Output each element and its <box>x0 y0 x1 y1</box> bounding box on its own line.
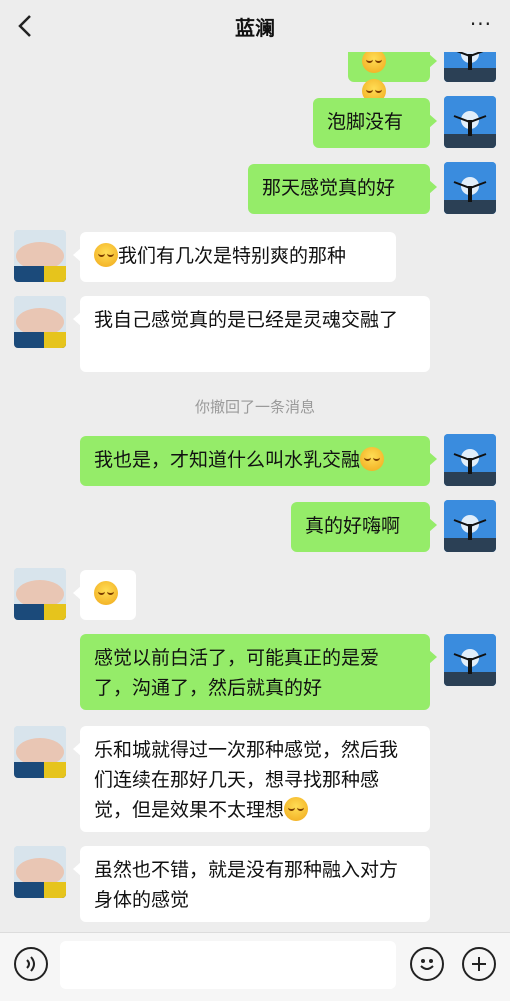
contact-avatar[interactable] <box>14 846 66 898</box>
message-bubble[interactable]: 我们有几次是特别爽的那种 <box>73 232 396 282</box>
contact-avatar[interactable] <box>14 296 66 348</box>
my-avatar[interactable] <box>444 634 496 686</box>
emoji-icon[interactable] <box>410 947 444 981</box>
message-text: 我们有几次是特别爽的那种 <box>118 245 347 267</box>
chat-area[interactable]: 泡脚没有 那天感觉真的好 我们有几次是特别爽的那种 我自己感觉真的是已经是灵魂交… <box>0 0 510 932</box>
message-bubble[interactable] <box>73 570 136 620</box>
input-bar <box>0 932 510 1001</box>
message-bubble[interactable]: 我自己感觉真的是已经是灵魂交融了 <box>73 296 430 372</box>
message-bubble[interactable]: 泡脚没有 <box>313 98 437 148</box>
recall-notice: 你撤回了一条消息 <box>194 398 315 416</box>
smile-emoji-icon <box>94 581 118 605</box>
more-options-icon[interactable]: ··· <box>470 12 492 36</box>
my-avatar[interactable] <box>444 434 496 486</box>
message-text: 那天感觉真的好 <box>262 177 396 199</box>
my-avatar[interactable] <box>444 162 496 214</box>
my-avatar[interactable] <box>444 500 496 552</box>
message-text: 虽然也不错，就是没有那种融入对方身体的感觉 <box>94 859 399 911</box>
contact-avatar[interactable] <box>14 726 66 778</box>
chat-header: 蓝澜 ··· <box>0 0 510 52</box>
message-text: 乐和城就得过一次那种感觉，然后我们连续在那好几天，想寻找那种感觉，但是效果不太理… <box>94 739 399 821</box>
message-input[interactable] <box>60 941 396 989</box>
message-bubble[interactable]: 那天感觉真的好 <box>248 164 437 214</box>
message-text: 感觉以前白活了，可能真正的是爱了，沟通了，然后就真的好 <box>94 647 380 699</box>
smile-emoji-icon <box>94 243 118 267</box>
plus-icon[interactable] <box>462 947 496 981</box>
message-bubble[interactable]: 我也是，才知道什么叫水乳交融 <box>80 436 437 486</box>
voice-icon[interactable] <box>14 947 48 981</box>
message-bubble[interactable]: 真的好嗨啊 <box>291 502 437 552</box>
chat-title: 蓝澜 <box>235 16 275 40</box>
smile-emoji-icon <box>362 49 386 73</box>
message-text: 我自己感觉真的是已经是灵魂交融了 <box>94 309 399 331</box>
contact-avatar[interactable] <box>14 568 66 620</box>
message-bubble[interactable]: 乐和城就得过一次那种感觉，然后我们连续在那好几天，想寻找那种感觉，但是效果不太理… <box>73 726 430 832</box>
smile-emoji-icon <box>360 447 385 471</box>
message-text: 泡脚没有 <box>327 111 404 133</box>
my-avatar[interactable] <box>444 96 496 148</box>
message-bubble[interactable]: 虽然也不错，就是没有那种融入对方身体的感觉 <box>73 846 430 922</box>
contact-avatar[interactable] <box>14 230 66 282</box>
message-bubble[interactable]: 感觉以前白活了，可能真正的是爱了，沟通了，然后就真的好 <box>80 634 437 710</box>
message-text: 真的好嗨啊 <box>305 515 401 537</box>
thinking-emoji-icon <box>284 797 309 821</box>
message-text: 我也是，才知道什么叫水乳交融 <box>94 449 361 471</box>
